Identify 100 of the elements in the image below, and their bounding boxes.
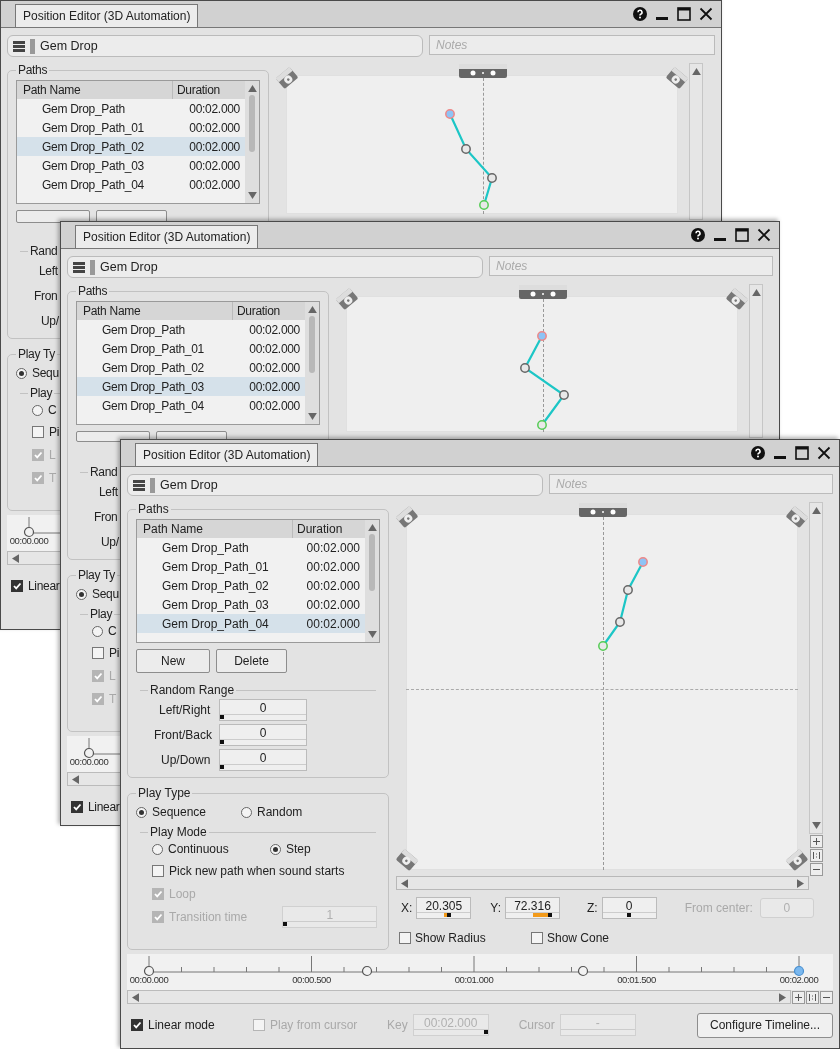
vertical-scrollbar[interactable] xyxy=(749,284,763,438)
speaker-icon[interactable] xyxy=(519,285,567,299)
radio-button[interactable] xyxy=(152,843,163,855)
column-header[interactable]: Path Name xyxy=(137,520,292,538)
list-row[interactable]: Gem Drop_Path 00:02.000 xyxy=(77,320,305,339)
maximize-icon[interactable] xyxy=(677,7,691,21)
menu-icon[interactable] xyxy=(13,40,25,52)
radio-button[interactable] xyxy=(16,367,27,379)
fit-icon[interactable] xyxy=(809,849,823,862)
checkbox[interactable] xyxy=(531,932,543,944)
right-arrow-icon[interactable] xyxy=(797,878,804,888)
close-icon[interactable] xyxy=(757,228,771,242)
menu-icon[interactable] xyxy=(73,261,85,273)
name-field[interactable]: Gem Drop xyxy=(67,256,483,278)
help-icon[interactable] xyxy=(751,446,765,460)
fit-icon[interactable] xyxy=(806,990,819,1004)
up-arrow-icon[interactable] xyxy=(307,306,317,313)
notes-field[interactable]: Notes xyxy=(429,35,715,55)
action-button[interactable]: New xyxy=(136,649,210,673)
checkbox[interactable] xyxy=(32,425,44,438)
radio-button[interactable] xyxy=(32,404,43,416)
vertical-scrollbar[interactable] xyxy=(809,502,823,834)
keyframe-marker[interactable] xyxy=(793,965,805,977)
up-arrow-icon[interactable] xyxy=(247,85,257,92)
up-arrow-icon[interactable] xyxy=(367,524,377,531)
list-row[interactable]: Gem Drop_Path_01 00:02.000 xyxy=(137,557,365,576)
help-icon[interactable] xyxy=(633,7,647,21)
close-icon[interactable] xyxy=(817,446,831,460)
maximize-icon[interactable] xyxy=(795,446,809,460)
path-drawing[interactable] xyxy=(597,556,649,652)
menu-icon[interactable] xyxy=(133,479,145,491)
radio-button[interactable] xyxy=(76,588,87,600)
path-drawing[interactable] xyxy=(444,108,498,211)
left-arrow-icon[interactable] xyxy=(401,878,408,888)
right-arrow-icon[interactable] xyxy=(779,992,786,1002)
list-row[interactable]: Gem Drop_Path_03 00:02.000 xyxy=(77,377,305,396)
list-row[interactable]: Gem Drop_Path_02 00:02.000 xyxy=(17,137,245,156)
list-row[interactable]: Gem Drop_Path_01 00:02.000 xyxy=(77,339,305,358)
list-row[interactable]: Gem Drop_Path_03 00:02.000 xyxy=(137,595,365,614)
speaker-icon[interactable] xyxy=(459,64,507,78)
down-arrow-icon[interactable] xyxy=(247,192,257,199)
radio-button[interactable] xyxy=(92,625,103,637)
zoom-out-icon[interactable] xyxy=(809,863,823,876)
action-button[interactable]: Delete xyxy=(216,649,287,673)
vertical-scrollbar[interactable] xyxy=(245,81,259,203)
list-row[interactable]: Gem Drop_Path_02 00:02.000 xyxy=(137,576,365,595)
list-row[interactable]: Gem Drop_Path_04 00:02.000 xyxy=(77,396,305,415)
close-icon[interactable] xyxy=(699,7,713,21)
vertical-scrollbar[interactable] xyxy=(365,520,379,642)
list-row[interactable]: Gem Drop_Path_04 00:02.000 xyxy=(137,614,365,633)
up-arrow-icon[interactable] xyxy=(811,507,821,514)
notes-field[interactable]: Notes xyxy=(549,474,833,494)
horizontal-scrollbar[interactable] xyxy=(7,551,61,565)
window-title[interactable]: Position Editor (3D Automation) xyxy=(15,4,199,27)
down-arrow-icon[interactable] xyxy=(367,631,377,638)
list-row[interactable]: Gem Drop_Path_02 00:02.000 xyxy=(77,358,305,377)
maximize-icon[interactable] xyxy=(735,228,749,242)
left-arrow-icon[interactable] xyxy=(132,992,139,1002)
number-field[interactable]: 20.305 xyxy=(416,897,472,919)
number-field[interactable]: 72.316 xyxy=(505,897,561,919)
checkbox[interactable] xyxy=(92,646,104,659)
zoom-out-icon[interactable] xyxy=(820,990,833,1004)
vertical-scrollbar[interactable] xyxy=(689,63,703,220)
timeline[interactable]: 00:00.000 00:00.500 00:01.000 00:01.500 00:02.000 xyxy=(127,954,833,990)
radio-button[interactable] xyxy=(136,806,147,818)
checkbox[interactable] xyxy=(152,864,164,877)
radio-button[interactable] xyxy=(241,806,252,818)
radio-button[interactable] xyxy=(270,843,281,855)
horizontal-scrollbar[interactable] xyxy=(396,876,809,890)
up-arrow-icon[interactable] xyxy=(751,289,761,296)
speaker-icon[interactable] xyxy=(579,503,627,517)
number-field[interactable]: 0 xyxy=(219,698,307,721)
left-arrow-icon[interactable] xyxy=(72,774,79,784)
zoom-in-icon[interactable] xyxy=(792,990,805,1004)
list-row[interactable]: Gem Drop_Path_01 00:02.000 xyxy=(17,118,245,137)
name-field[interactable]: Gem Drop xyxy=(127,474,543,496)
horizontal-scrollbar[interactable] xyxy=(67,772,121,786)
left-arrow-icon[interactable] xyxy=(12,553,19,563)
notes-field[interactable]: Notes xyxy=(489,256,773,276)
number-field[interactable]: 0 xyxy=(219,723,307,746)
checkbox[interactable] xyxy=(11,580,23,592)
keyframe-marker[interactable] xyxy=(23,526,35,538)
help-icon[interactable] xyxy=(691,228,705,242)
number-field[interactable]: 0 xyxy=(219,748,307,771)
checkbox[interactable] xyxy=(131,1019,143,1031)
down-arrow-icon[interactable] xyxy=(307,413,317,420)
timeline[interactable]: 00:00.000 xyxy=(7,515,61,551)
list-row[interactable]: Gem Drop_Path_03 00:02.000 xyxy=(17,156,245,175)
keyframe-marker[interactable] xyxy=(83,747,95,759)
checkbox[interactable] xyxy=(71,801,83,813)
path-drawing[interactable] xyxy=(519,330,570,431)
action-button[interactable] xyxy=(16,210,90,223)
window-title[interactable]: Position Editor (3D Automation) xyxy=(75,225,259,248)
timeline[interactable]: 00:00.000 xyxy=(67,736,121,772)
list-row[interactable]: Gem Drop_Path 00:02.000 xyxy=(17,99,245,118)
zoom-in-icon[interactable] xyxy=(809,835,823,848)
down-arrow-icon[interactable] xyxy=(811,822,821,829)
column-header[interactable]: Path Name xyxy=(17,81,172,99)
list-row[interactable]: Gem Drop_Path_04 00:02.000 xyxy=(17,175,245,194)
keyframe-marker[interactable] xyxy=(360,965,373,977)
